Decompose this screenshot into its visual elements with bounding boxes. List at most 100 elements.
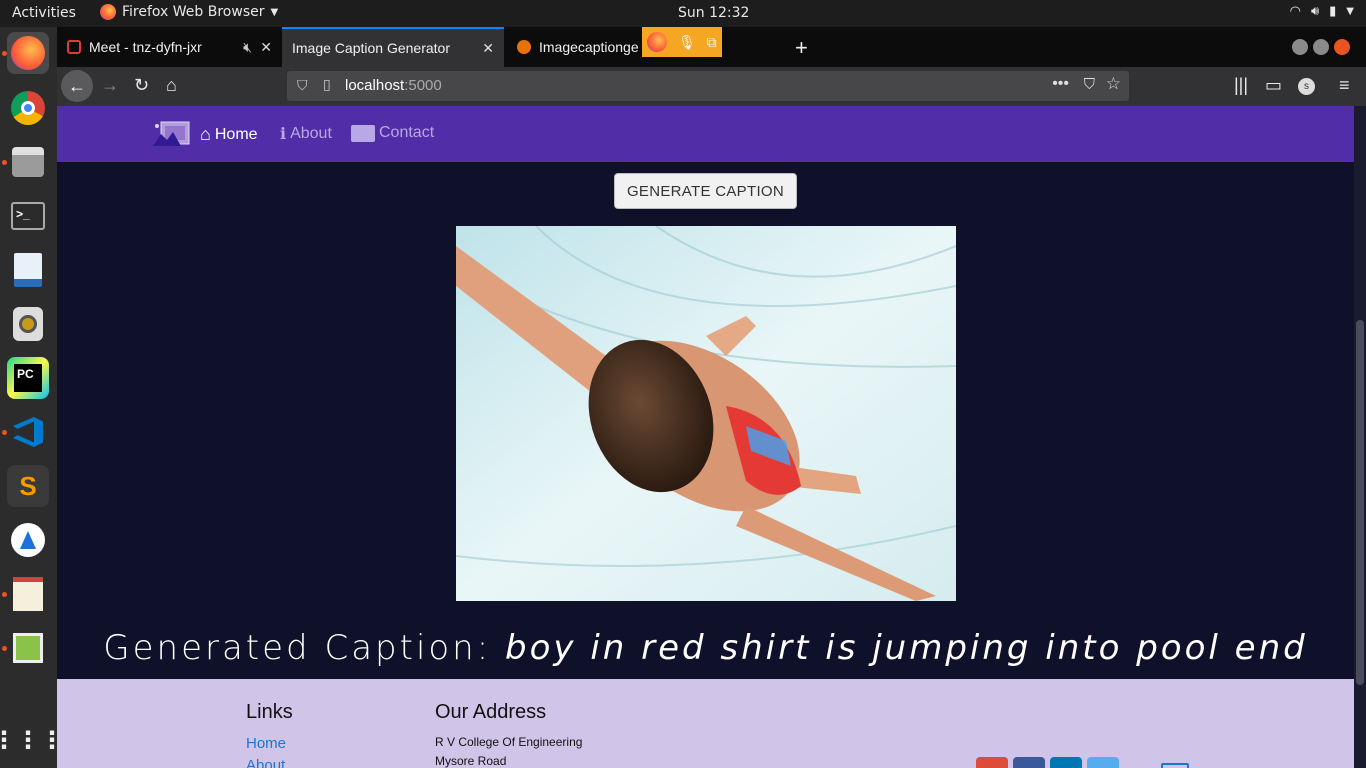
- microphone-icon: 🎙︎: [678, 33, 696, 50]
- close-window-button[interactable]: [1334, 39, 1350, 55]
- show-applications-icon[interactable]: ⋮⋮⋮: [0, 719, 64, 761]
- account-avatar[interactable]: s: [1298, 78, 1315, 95]
- chevron-down-icon: ▼: [270, 6, 279, 18]
- pocket-icon[interactable]: ⛉: [1084, 76, 1095, 93]
- app-menu-label: Firefox Web Browser: [122, 4, 265, 20]
- dock: >_ PC S ⋮⋮⋮: [0, 27, 64, 768]
- url-bar[interactable]: ⛉ ▯ localhost:5000 ••• ⛉ ☆: [287, 71, 1129, 101]
- tab-bar: Meet - tnz-dyfn-jxr 🔇︎ ✕ Image Caption G…: [57, 27, 1366, 67]
- more-actions-icon[interactable]: •••: [1052, 75, 1069, 93]
- site-navbar: ⌂ Home i About Contact: [57, 106, 1354, 162]
- home-icon: ⌂: [200, 124, 211, 144]
- running-indicator: [2, 51, 7, 56]
- firefox-dock-icon[interactable]: [7, 32, 49, 74]
- twitter-icon[interactable]: [1087, 757, 1119, 768]
- back-button[interactable]: ←: [61, 70, 93, 102]
- logo-image-icon: [153, 121, 190, 146]
- generated-caption: Generated Caption: boy in red shirt is j…: [57, 628, 1354, 668]
- text-editor-dock-icon[interactable]: [7, 573, 49, 615]
- scrollbar-thumb[interactable]: [1356, 320, 1364, 685]
- nav-home[interactable]: ⌂ Home: [200, 124, 258, 145]
- site-footer: Links Home About Our Address R V College…: [57, 679, 1354, 768]
- terminal-dock-icon[interactable]: >_: [7, 195, 49, 237]
- colab-icon: [517, 40, 531, 54]
- new-tab-button[interactable]: +: [795, 35, 808, 61]
- library-icon[interactable]: |||: [1234, 75, 1248, 96]
- vscode-dock-icon[interactable]: [7, 411, 49, 453]
- uploaded-photo: [456, 226, 956, 601]
- nav-about-label: About: [290, 124, 332, 142]
- wifi-icon: ◠: [1289, 4, 1301, 19]
- tab-title: Imagecaptionge: [539, 39, 639, 55]
- volume-icon: 🔊︎: [1310, 4, 1320, 19]
- close-icon[interactable]: ✕: [260, 39, 272, 56]
- page-info-icon[interactable]: ▯: [323, 76, 331, 93]
- address-card-icon: [351, 124, 375, 142]
- running-indicator: [2, 646, 7, 651]
- clock[interactable]: Sun 12:32: [678, 5, 749, 21]
- running-indicator: [2, 430, 7, 435]
- address-line: Mysore Road: [435, 754, 507, 768]
- url-text: localhost:5000: [345, 77, 442, 94]
- facebook-icon[interactable]: [1013, 757, 1045, 768]
- chevron-down-icon: ▼: [1346, 6, 1354, 17]
- pycharm-dock-icon[interactable]: PC: [7, 357, 49, 399]
- footer-link-about[interactable]: About: [246, 757, 285, 768]
- hamburger-menu-icon[interactable]: ≡: [1339, 75, 1350, 96]
- tab-image-caption-generator[interactable]: Image Caption Generator ✕: [282, 27, 504, 67]
- battery-icon: ▮: [1329, 4, 1337, 19]
- nav-about[interactable]: i About: [280, 124, 332, 143]
- activities-button[interactable]: Activities: [12, 5, 76, 21]
- youtube-icon[interactable]: [1124, 757, 1156, 768]
- mail-icon[interactable]: [1161, 763, 1189, 768]
- minimize-button[interactable]: [1292, 39, 1308, 55]
- tab-title: Image Caption Generator: [292, 40, 450, 56]
- speaker-dock-icon[interactable]: [7, 303, 49, 345]
- sublime-dock-icon[interactable]: S: [7, 465, 49, 507]
- brand-logo[interactable]: [151, 120, 191, 148]
- running-indicator: [2, 592, 7, 597]
- caption-text: boy in red shirt is jumping into pool en…: [505, 628, 1308, 668]
- image-viewer-dock-icon[interactable]: [7, 627, 49, 669]
- chrome-dock-icon[interactable]: [7, 87, 49, 129]
- meet-icon: [67, 40, 81, 54]
- firefox-icon: [647, 32, 668, 52]
- sidebar-icon[interactable]: ▭: [1265, 75, 1282, 96]
- close-icon[interactable]: ✕: [482, 40, 494, 57]
- tab-title: Meet - tnz-dyfn-jxr: [89, 39, 202, 55]
- system-top-bar: Activities Firefox Web Browser ▼ Sun 12:…: [0, 0, 1366, 27]
- google-plus-icon[interactable]: [976, 757, 1008, 768]
- nav-contact-label: Contact: [379, 124, 435, 141]
- reload-button[interactable]: ↻: [134, 75, 149, 96]
- nav-contact[interactable]: Contact: [351, 124, 434, 142]
- system-tray[interactable]: ◠ 🔊︎ ▮ ▼: [1290, 4, 1354, 19]
- home-button[interactable]: ⌂: [166, 75, 177, 96]
- generate-caption-button[interactable]: GENERATE CAPTION: [614, 173, 797, 209]
- caption-label: Generated Caption:: [103, 628, 492, 668]
- maximize-button[interactable]: [1313, 39, 1329, 55]
- running-indicator: [2, 160, 7, 165]
- links-heading: Links: [246, 701, 293, 723]
- footer-link-home[interactable]: Home: [246, 735, 286, 752]
- app-store-dock-icon[interactable]: [7, 519, 49, 561]
- app-menu[interactable]: Firefox Web Browser ▼: [100, 4, 278, 20]
- screen-share-indicator[interactable]: 🎙︎ ⧉: [642, 27, 722, 57]
- photo-image: [456, 226, 956, 601]
- files-dock-icon[interactable]: [7, 141, 49, 183]
- nav-home-label: Home: [214, 125, 258, 143]
- mute-icon[interactable]: 🔇︎: [243, 39, 252, 56]
- bookmark-star-icon[interactable]: ☆: [1106, 74, 1121, 94]
- linkedin-icon[interactable]: [1050, 757, 1082, 768]
- info-icon: i: [280, 124, 287, 143]
- document-viewer-dock-icon[interactable]: [7, 249, 49, 291]
- page-content: ⌂ Home i About Contact GENERATE CAPTION: [57, 106, 1354, 768]
- address-line: R V College Of Engineering: [435, 735, 583, 749]
- address-heading: Our Address: [435, 701, 547, 723]
- shield-icon[interactable]: ⛉: [297, 77, 308, 94]
- tab-meet[interactable]: Meet - tnz-dyfn-jxr 🔇︎ ✕: [57, 27, 282, 67]
- forward-button[interactable]: →: [101, 75, 119, 96]
- screen-share-icon: ⧉: [706, 33, 717, 50]
- tab-imagecaptionge[interactable]: Imagecaptionge: [507, 27, 642, 67]
- navigation-toolbar: ← → ↻ ⌂ ⛉ ▯ localhost:5000 ••• ⛉ ☆ ||| ▭…: [57, 67, 1366, 106]
- firefox-icon: [100, 4, 116, 20]
